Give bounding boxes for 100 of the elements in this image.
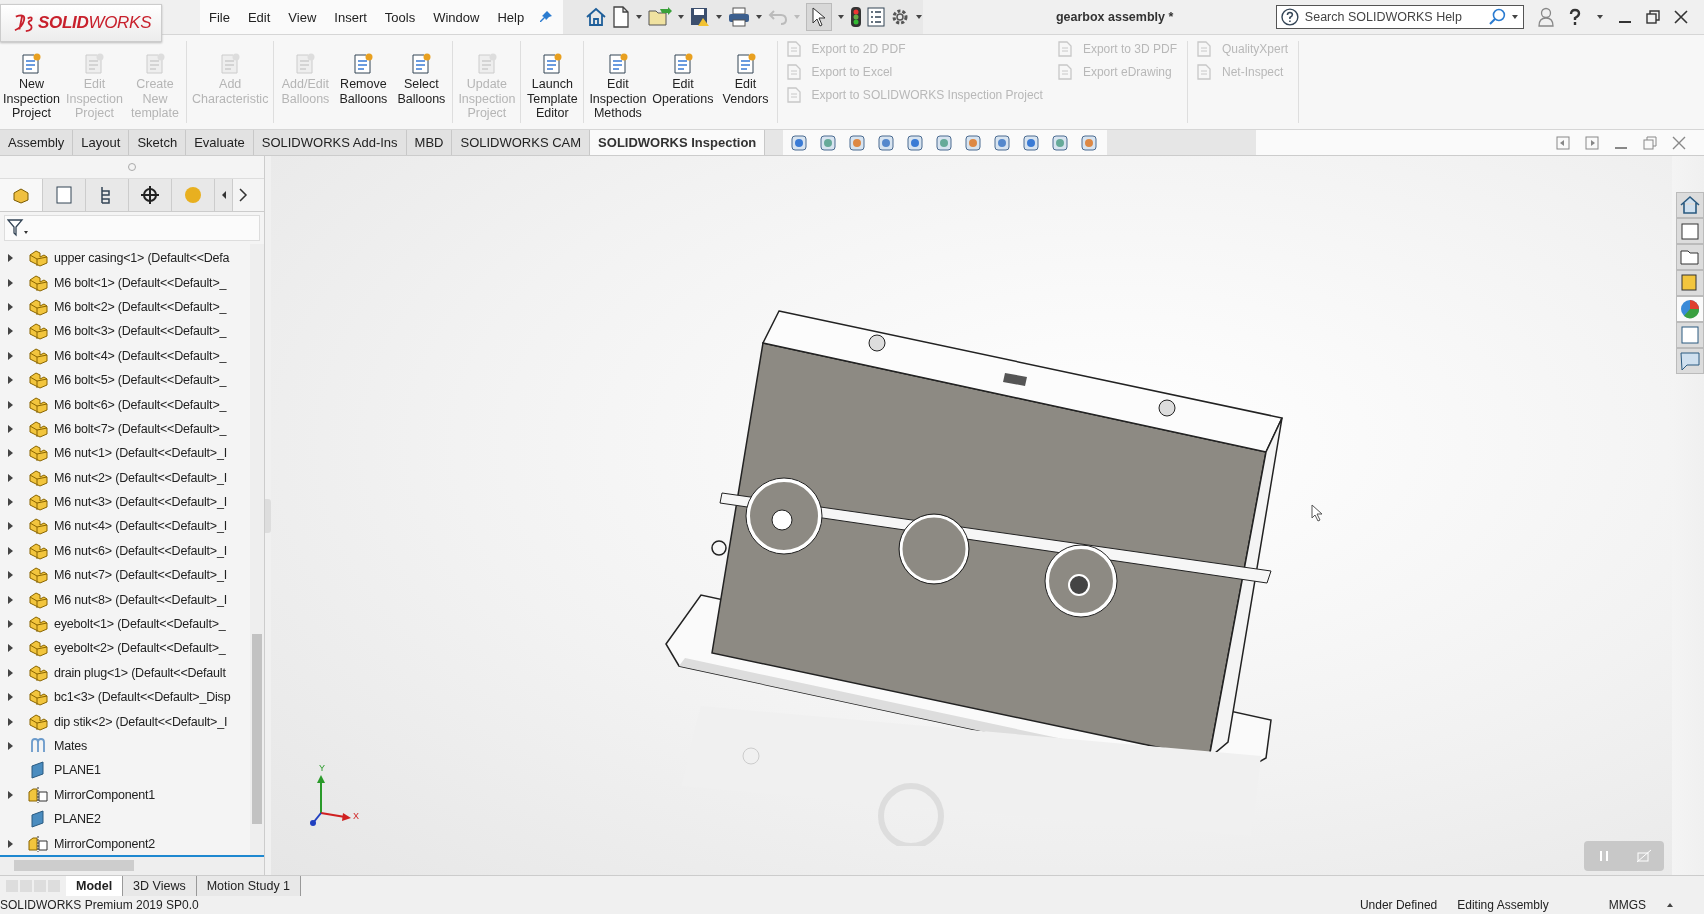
expand-arrow-icon[interactable]	[6, 716, 14, 727]
print-icon[interactable]	[728, 7, 751, 27]
ribbon-button[interactable]: New Inspection Project	[0, 49, 63, 125]
task-pane-tab[interactable]	[1676, 244, 1704, 270]
expand-arrow-icon[interactable]	[6, 643, 14, 654]
ribbon-button[interactable]: Edit Operations	[649, 49, 717, 110]
task-pane-tab[interactable]	[1676, 218, 1704, 244]
tree-item[interactable]: M6 bolt<7> (Default<<Default>_	[0, 416, 250, 442]
new-document-icon[interactable]	[612, 6, 631, 28]
home-icon[interactable]	[585, 7, 608, 27]
expand-arrow-icon[interactable]	[6, 253, 14, 264]
ribbon-button[interactable]: Select Balloons	[392, 49, 451, 110]
tree-item[interactable]: M6 bolt<3> (Default<<Default>_	[0, 319, 250, 344]
expand-arrow-icon[interactable]	[6, 594, 14, 605]
scroll-left-button[interactable]	[215, 179, 233, 211]
expand-arrow-icon[interactable]	[6, 301, 14, 312]
tree-item[interactable]: M6 nut<6> (Default<<Default>_I	[0, 538, 250, 564]
tree-item[interactable]: M6 nut<3> (Default<<Default>_I	[0, 489, 250, 515]
caret-icon[interactable]	[715, 13, 724, 21]
menu-item[interactable]: File	[200, 0, 239, 34]
file-properties-icon[interactable]	[867, 7, 886, 27]
expand-arrow-icon[interactable]	[6, 619, 14, 630]
menu-item[interactable]: View	[279, 0, 326, 34]
panel-tab[interactable]	[129, 179, 172, 211]
task-pane-tab[interactable]	[1676, 348, 1704, 374]
restore-icon[interactable]	[1646, 10, 1660, 24]
expand-arrow-icon[interactable]	[6, 399, 14, 410]
expand-arrow-icon[interactable]	[6, 277, 14, 288]
caret-icon[interactable]	[915, 13, 924, 21]
panel-collapse-handle[interactable]	[265, 498, 271, 533]
filter-field[interactable]	[4, 215, 260, 241]
help-icon[interactable]	[1568, 8, 1582, 26]
model-tab[interactable]: Model	[66, 876, 124, 896]
menu-item[interactable]: Edit	[238, 0, 280, 34]
tree-item[interactable]: drain plug<1> (Default<<Default	[0, 660, 250, 686]
task-pane-tab[interactable]	[1676, 270, 1704, 296]
pin-icon[interactable]	[539, 10, 554, 24]
menu-item[interactable]: Window	[424, 0, 489, 34]
tree-item[interactable]: bc1<3> (Default<<Default>_Disp	[0, 685, 250, 710]
command-tab[interactable]: Evaluate	[186, 130, 254, 155]
chevron-right-icon[interactable]	[237, 188, 249, 202]
task-pane-tab[interactable]	[1676, 322, 1704, 348]
model-tab[interactable]: Motion Study 1	[196, 876, 302, 896]
menu-item[interactable]: Insert	[325, 0, 376, 34]
panel-left-icon[interactable]	[1556, 135, 1570, 150]
ribbon-button[interactable]: Remove Balloons	[334, 49, 393, 110]
tree-item[interactable]: M6 nut<1> (Default<<Default>_I	[0, 441, 250, 466]
expand-arrow-icon[interactable]	[6, 497, 14, 508]
expand-arrow-icon[interactable]	[6, 472, 14, 483]
caret-icon[interactable]	[1666, 901, 1674, 909]
ribbon-button[interactable]: Edit Inspection Methods	[586, 49, 650, 125]
command-tab[interactable]: SOLIDWORKS Add-Ins	[253, 130, 407, 155]
expand-arrow-icon[interactable]	[6, 521, 14, 532]
expand-arrow-icon[interactable]	[6, 741, 14, 751]
select-tool-button[interactable]	[806, 3, 833, 31]
expand-arrow-icon[interactable]	[6, 545, 14, 556]
expand-arrow-icon[interactable]	[6, 667, 14, 678]
expand-arrow-icon[interactable]	[6, 692, 14, 703]
search-icon[interactable]	[1489, 8, 1508, 26]
tree-item[interactable]: MirrorComponent1	[0, 782, 250, 807]
tree-item[interactable]: PLANE1	[0, 758, 250, 783]
caret-icon[interactable]	[677, 13, 686, 21]
caret-icon[interactable]	[837, 13, 846, 21]
expand-arrow-icon[interactable]	[6, 570, 14, 581]
tree-item[interactable]: M6 bolt<4> (Default<<Default>_	[0, 343, 250, 368]
expand-arrow-icon[interactable]	[6, 789, 14, 800]
task-pane-tab[interactable]	[1676, 192, 1704, 218]
tree-item[interactable]: MirrorComponent2	[0, 831, 250, 855]
tree-item[interactable]: Mates	[0, 733, 250, 759]
filter-icon[interactable]	[7, 219, 31, 237]
solidworks-logo[interactable]: SOLIDWORKS	[0, 4, 162, 42]
command-tab[interactable]: MBD	[406, 130, 453, 155]
caret-icon[interactable]	[635, 13, 644, 21]
tree-item[interactable]: M6 bolt<1> (Default<<Default>_	[0, 270, 250, 295]
tree-item[interactable]: eyebolt<1> (Default<<Default>_	[0, 611, 250, 637]
command-tab[interactable]: SOLIDWORKS Inspection	[590, 130, 766, 155]
search-input[interactable]: Search SOLIDWORKS Help	[1302, 9, 1486, 25]
search-bar[interactable]: Search SOLIDWORKS Help	[1276, 5, 1524, 29]
expand-arrow-icon[interactable]	[6, 375, 14, 386]
panel-right-icon[interactable]	[1585, 135, 1599, 150]
close-icon[interactable]	[1674, 10, 1688, 24]
traffic-light-icon[interactable]	[850, 6, 863, 28]
tree-item[interactable]: M6 nut<2> (Default<<Default>_I	[0, 465, 250, 490]
tree-item[interactable]: M6 bolt<5> (Default<<Default>_	[0, 367, 250, 393]
tree-item[interactable]: PLANE2	[0, 807, 250, 832]
user-icon[interactable]	[1538, 7, 1554, 27]
command-tab[interactable]: Layout	[73, 130, 130, 155]
caret-icon[interactable]	[755, 13, 764, 21]
tree-item[interactable]: dip stik<2> (Default<<Default>_I	[0, 709, 250, 734]
task-pane-tab[interactable]	[1676, 296, 1704, 322]
expand-arrow-icon[interactable]	[6, 423, 14, 434]
ribbon-button[interactable]: Launch Template Editor	[523, 49, 582, 125]
caret-icon[interactable]	[1511, 13, 1519, 21]
tree-item[interactable]: upper casing<1> (Default<<Defa	[0, 246, 250, 271]
units-selector[interactable]: MMGS	[1608, 898, 1646, 912]
caret-icon[interactable]	[1596, 13, 1604, 21]
command-tab[interactable]: SOLIDWORKS CAM	[452, 130, 591, 155]
menu-item[interactable]: Help	[488, 0, 534, 34]
ribbon-button[interactable]: Edit Vendors	[716, 49, 775, 110]
expand-arrow-icon[interactable]	[6, 838, 14, 849]
